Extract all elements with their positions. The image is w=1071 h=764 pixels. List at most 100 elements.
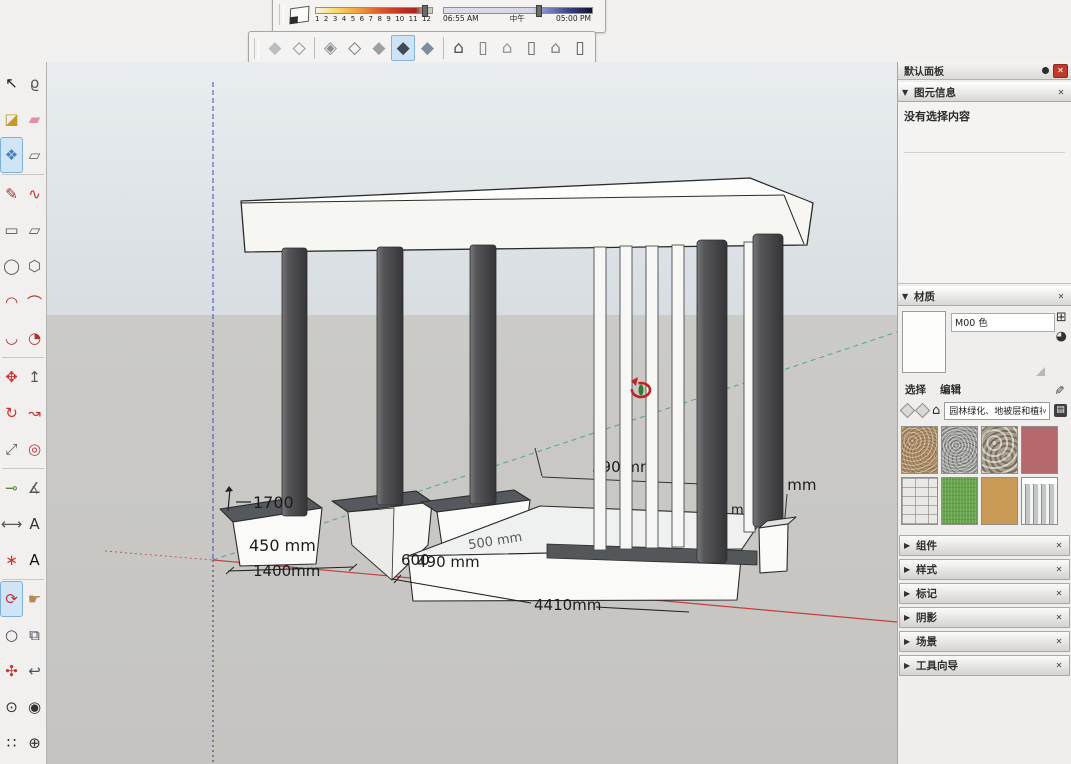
toolbar-grip[interactable] <box>254 38 259 59</box>
shadow-date-slider[interactable] <box>315 7 433 14</box>
section-styles[interactable]: ▶样式✕ <box>899 559 1070 580</box>
tool-tape-measure[interactable]: ⊸ <box>0 470 23 506</box>
tool-scale[interactable]: ⤢ <box>0 431 23 467</box>
tool-walk[interactable]: ∷ <box>0 725 23 761</box>
details-icon[interactable]: ▤ <box>1054 404 1067 417</box>
tool-zoom-window[interactable]: ⧉ <box>23 617 46 653</box>
section-shadows[interactable]: ▶阴影✕ <box>899 607 1070 628</box>
tool-line[interactable]: ✎ <box>0 176 23 212</box>
section-components[interactable]: ▶组件✕ <box>899 535 1070 556</box>
tool-paint-bucket[interactable]: ◪ <box>0 101 23 137</box>
section-close-icon[interactable]: ✕ <box>1053 541 1065 550</box>
tool-zoom[interactable]: ○ <box>0 617 23 653</box>
tool-offset[interactable]: ◎ <box>23 431 46 467</box>
back-icon[interactable] <box>900 403 916 419</box>
tool-rotated-rectangle[interactable]: ▱ <box>23 212 46 248</box>
tool-three-point-arc[interactable]: ◡ <box>0 320 23 356</box>
tool-pan[interactable]: ☛ <box>23 581 46 617</box>
tool-tag[interactable]: ▱ <box>23 137 46 173</box>
hidden-line-icon[interactable]: ◇ <box>343 35 367 61</box>
tool-rectangle[interactable]: ▭ <box>0 212 23 248</box>
display-section-cuts-icon[interactable]: ⌂ <box>495 35 519 61</box>
collection-dropdown[interactable]: 园林绿化、地被层和植被 ∨ <box>944 402 1050 420</box>
display-section-planes-icon[interactable]: ▯ <box>471 35 495 61</box>
material-swatch-pavers[interactable] <box>901 477 938 525</box>
materials-close-icon[interactable]: ✕ <box>1055 292 1067 301</box>
material-swatch-rose[interactable] <box>1021 426 1058 474</box>
material-swatch-gravel-brown[interactable] <box>901 426 938 474</box>
shadow-time-slider[interactable] <box>443 7 593 14</box>
back-edges-icon[interactable]: ◇ <box>287 35 311 61</box>
section-house-icon[interactable]: ⌂ <box>544 35 568 61</box>
tool-push-pull[interactable]: ↥ <box>23 359 46 395</box>
display-section-fill-icon[interactable]: ▯ <box>519 35 543 61</box>
section-plane-icon[interactable]: ⌂ <box>447 35 471 61</box>
tool-eraser[interactable]: ▰ <box>23 101 46 137</box>
material-name-field[interactable] <box>951 313 1055 332</box>
section-close-icon[interactable]: ✕ <box>1053 565 1065 574</box>
wireframe-icon[interactable]: ◈ <box>318 35 342 61</box>
tool-position-camera[interactable]: ⊙ <box>0 689 23 725</box>
sample-paint-icon[interactable]: ✎ <box>1052 384 1066 394</box>
tool-select[interactable]: ↖ <box>0 65 23 101</box>
toolbar-grip[interactable] <box>279 4 284 26</box>
tool-lasso[interactable]: ϱ <box>23 65 46 101</box>
tray-titlebar[interactable]: 默认面板 ✕ <box>898 62 1071 80</box>
tool-follow-me[interactable]: ↝ <box>23 395 46 431</box>
material-swatch-ochre[interactable] <box>981 477 1018 525</box>
section-close-icon[interactable]: ✕ <box>1053 589 1065 598</box>
tool-polygon[interactable]: ⬡ <box>23 248 46 284</box>
section-close-icon[interactable]: ✕ <box>1053 661 1065 670</box>
expand-arrow-icon: ▶ <box>904 589 916 598</box>
tool-turn-around[interactable]: ⊕ <box>23 725 46 761</box>
home-icon[interactable]: ⌂ <box>932 404 940 417</box>
tool-circle[interactable]: ◯ <box>0 248 23 284</box>
create-material-icon[interactable]: ⊞ <box>1056 311 1067 325</box>
section-scenes[interactable]: ▶场景✕ <box>899 631 1070 652</box>
tool-text[interactable]: A <box>23 506 46 542</box>
section-instructor[interactable]: ▶工具向导✕ <box>899 655 1070 676</box>
tool-axes[interactable]: ∗ <box>0 542 23 578</box>
section-close-icon[interactable]: ✕ <box>1053 637 1065 646</box>
material-swatch-fence[interactable] <box>1021 477 1058 525</box>
tool-dimension[interactable]: ⟷ <box>0 506 23 542</box>
tool-two-point-arc[interactable]: ⌒ <box>23 284 46 320</box>
pin-icon[interactable] <box>1042 67 1049 74</box>
section-close-icon[interactable]: ✕ <box>1053 613 1065 622</box>
tool-freehand[interactable]: ∿ <box>23 176 46 212</box>
tool-move[interactable]: ✥ <box>0 359 23 395</box>
tab-select[interactable]: 选择 <box>905 382 926 397</box>
palette-separator <box>2 174 44 175</box>
pan-icon: ☛ <box>28 590 41 608</box>
tool-rotate[interactable]: ↻ <box>0 395 23 431</box>
tool-make-component[interactable]: ❖ <box>0 137 23 173</box>
forward-icon[interactable] <box>915 403 931 419</box>
tool-zoom-extents[interactable]: ✣ <box>0 653 23 689</box>
materials-header[interactable]: ▼ 材质 ✕ <box>898 286 1071 306</box>
tray-close-button[interactable]: ✕ <box>1053 64 1068 78</box>
entity-info-close-icon[interactable]: ✕ <box>1055 88 1067 97</box>
tool-arc[interactable]: ◠ <box>0 284 23 320</box>
x-ray-icon[interactable]: ◆ <box>263 35 287 61</box>
material-swatch-gravel-gray[interactable] <box>941 426 978 474</box>
shaded-with-textures-icon[interactable]: ◆ <box>391 35 415 61</box>
material-swatch-cobblestone[interactable] <box>981 426 1018 474</box>
tool-look-around[interactable]: ◉ <box>23 689 46 725</box>
entity-info-header[interactable]: ▼ 图元信息 ✕ <box>898 82 1071 102</box>
shadow-toggle-icon[interactable] <box>290 5 310 23</box>
monochrome-icon[interactable]: ◆ <box>415 35 439 61</box>
tool-protractor[interactable]: ∡ <box>23 470 46 506</box>
3d-viewport[interactable]: 390 mm mm 2 mm 1700 450 mm 1400mm <box>47 62 897 764</box>
time-slider-handle[interactable] <box>536 5 542 17</box>
date-slider-handle[interactable] <box>422 5 428 17</box>
section-tags[interactable]: ▶标记✕ <box>899 583 1070 604</box>
section-box-icon[interactable]: ▯ <box>568 35 592 61</box>
shaded-icon[interactable]: ◆ <box>367 35 391 61</box>
tool-zoom-previous[interactable]: ↩ <box>23 653 46 689</box>
paint-texture-icon[interactable]: ◕ <box>1056 330 1067 344</box>
tab-edit[interactable]: 编辑 <box>940 382 961 397</box>
material-swatch-grass[interactable] <box>941 477 978 525</box>
tool-3d-text[interactable]: A <box>23 542 46 578</box>
tool-orbit[interactable]: ⟳ <box>0 581 23 617</box>
tool-pie[interactable]: ◔ <box>23 320 46 356</box>
